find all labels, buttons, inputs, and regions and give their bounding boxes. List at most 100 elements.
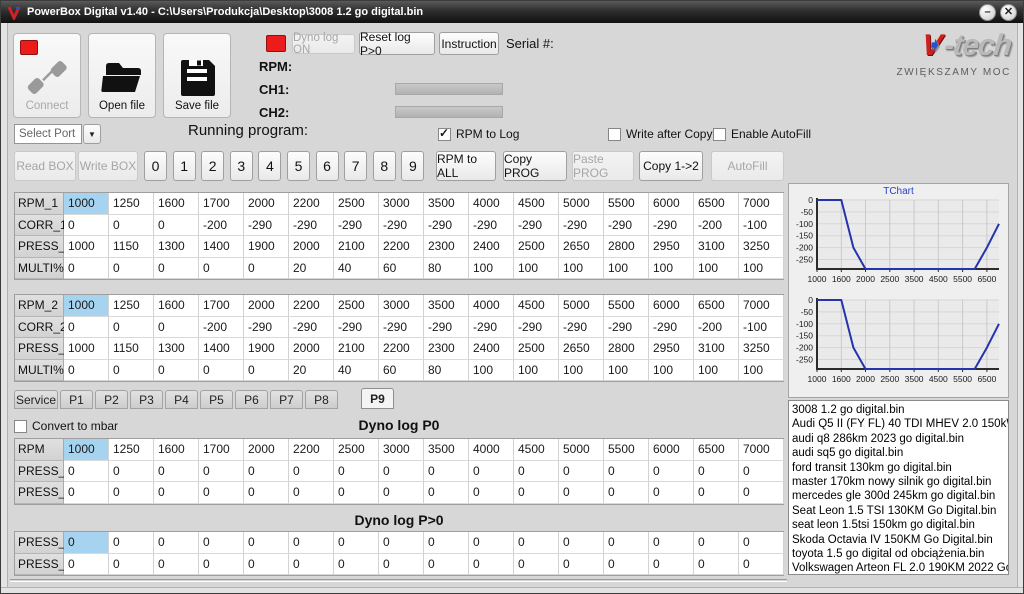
table-cell[interactable]: 0 (559, 532, 604, 554)
table-cell[interactable]: 0 (64, 461, 109, 483)
connect-button[interactable]: Connect (13, 33, 81, 118)
table-cell[interactable]: 0 (289, 554, 334, 576)
table-cell[interactable]: 0 (514, 461, 559, 483)
table-cell[interactable]: 0 (604, 532, 649, 554)
table-cell[interactable]: 2500 (334, 439, 379, 461)
table-cell[interactable]: 0 (649, 532, 694, 554)
enable-autofill-box[interactable]: ✓ (713, 128, 726, 141)
table-cell[interactable]: 2400 (469, 236, 514, 258)
table-cell[interactable]: 4000 (469, 295, 514, 317)
table-cell[interactable]: 2500 (334, 193, 379, 215)
table-cell[interactable]: 100 (604, 258, 649, 280)
table-cell[interactable]: 100 (604, 360, 649, 382)
copy-prog-button[interactable]: Copy PROG (503, 151, 567, 181)
table-cell[interactable]: 0 (694, 461, 739, 483)
table-cell[interactable]: 0 (739, 532, 784, 554)
table-cell[interactable]: -290 (244, 317, 289, 339)
table-cell[interactable]: 1150 (109, 338, 154, 360)
table-cell[interactable]: 1900 (244, 338, 289, 360)
table-cell[interactable]: 0 (244, 461, 289, 483)
table-cell[interactable]: 0 (244, 258, 289, 280)
table-cell[interactable]: 3100 (694, 338, 739, 360)
table-cell[interactable]: 0 (559, 554, 604, 576)
table-cell[interactable]: 1700 (199, 439, 244, 461)
reset-log-button[interactable]: Reset log P>0 (359, 32, 435, 55)
table-cell[interactable]: 0 (109, 482, 154, 504)
table-cell[interactable]: 4500 (514, 439, 559, 461)
table-cell[interactable]: -290 (649, 317, 694, 339)
digit-9-button[interactable]: 9 (401, 151, 424, 181)
table-cell[interactable]: 3250 (739, 338, 784, 360)
table-cell[interactable]: 0 (154, 461, 199, 483)
table-cell[interactable]: 4500 (514, 193, 559, 215)
table-cell[interactable]: 1250 (109, 439, 154, 461)
table-cell[interactable]: 100 (559, 258, 604, 280)
table-cell[interactable]: -290 (514, 317, 559, 339)
table-cell[interactable]: 0 (514, 554, 559, 576)
table-cell[interactable]: 0 (64, 532, 109, 554)
table-cell[interactable]: 0 (289, 532, 334, 554)
minimize-button[interactable]: – (979, 4, 996, 21)
table-cell[interactable]: -100 (739, 317, 784, 339)
table-cell[interactable]: 6500 (694, 193, 739, 215)
table-cell[interactable]: 2200 (379, 338, 424, 360)
table-cell[interactable]: 3100 (694, 236, 739, 258)
table-cell[interactable]: 0 (469, 482, 514, 504)
tab-p5[interactable]: P5 (200, 390, 233, 409)
table-cell[interactable]: 2000 (244, 193, 289, 215)
table-cell[interactable]: -290 (379, 317, 424, 339)
copy-1-2-button[interactable]: Copy 1->2 (639, 151, 703, 181)
table-cell[interactable]: 2950 (649, 236, 694, 258)
table-cell[interactable]: 100 (649, 258, 694, 280)
table-cell[interactable]: 0 (694, 482, 739, 504)
table-cell[interactable]: 100 (559, 360, 604, 382)
table-cell[interactable]: 2500 (514, 236, 559, 258)
table-cell[interactable]: 1000 (64, 295, 109, 317)
file-list-item[interactable]: audi sq5 go digital.bin (792, 446, 1008, 460)
table-cell[interactable]: 0 (379, 461, 424, 483)
table-cell[interactable]: 1300 (154, 236, 199, 258)
table-cell[interactable]: 100 (739, 360, 784, 382)
table-cell[interactable]: 2000 (289, 338, 334, 360)
table-cell[interactable]: 0 (334, 532, 379, 554)
table-cell[interactable]: 2500 (334, 295, 379, 317)
tab-p7[interactable]: P7 (270, 390, 303, 409)
table-cell[interactable]: 5500 (604, 439, 649, 461)
table-cell[interactable]: 0 (199, 532, 244, 554)
table-cell[interactable]: 0 (199, 461, 244, 483)
table-cell[interactable]: -290 (379, 215, 424, 237)
table-cell[interactable]: 0 (109, 317, 154, 339)
table-cell[interactable]: -290 (289, 317, 334, 339)
table-cell[interactable]: 0 (649, 554, 694, 576)
table-cell[interactable]: 0 (64, 258, 109, 280)
table-cell[interactable]: 0 (199, 360, 244, 382)
table-cell[interactable]: 0 (379, 532, 424, 554)
table-cell[interactable]: 0 (154, 482, 199, 504)
table-cell[interactable]: 2650 (559, 338, 604, 360)
dyno-log-on-button[interactable]: Dyno log ON (292, 34, 355, 54)
tab-service[interactable]: Service (14, 390, 58, 409)
rpm-to-log-checkbox[interactable]: ✓ RPM to Log (438, 127, 519, 141)
table-cell[interactable]: 1400 (199, 236, 244, 258)
table-cell[interactable]: 0 (154, 554, 199, 576)
table-cell[interactable]: 5500 (604, 295, 649, 317)
table-cell[interactable]: 0 (109, 360, 154, 382)
table-cell[interactable]: -290 (289, 215, 334, 237)
table-cell[interactable]: 0 (739, 554, 784, 576)
table-cell[interactable]: 0 (64, 360, 109, 382)
table-cell[interactable]: 0 (334, 461, 379, 483)
table-cell[interactable]: 0 (379, 482, 424, 504)
table-cell[interactable]: -290 (424, 215, 469, 237)
table-cell[interactable]: 2500 (514, 338, 559, 360)
table-cell[interactable]: 0 (154, 215, 199, 237)
table-cell[interactable]: 2300 (424, 236, 469, 258)
table-cell[interactable]: 3500 (424, 193, 469, 215)
table-cell[interactable]: -200 (694, 317, 739, 339)
table-cell[interactable]: -290 (334, 215, 379, 237)
table-cell[interactable]: 3000 (379, 193, 424, 215)
table-cell[interactable]: 7000 (739, 295, 784, 317)
table-cell[interactable]: 20 (289, 258, 334, 280)
table-cell[interactable]: -200 (199, 317, 244, 339)
table-cell[interactable]: 0 (109, 215, 154, 237)
tab-p6[interactable]: P6 (235, 390, 268, 409)
